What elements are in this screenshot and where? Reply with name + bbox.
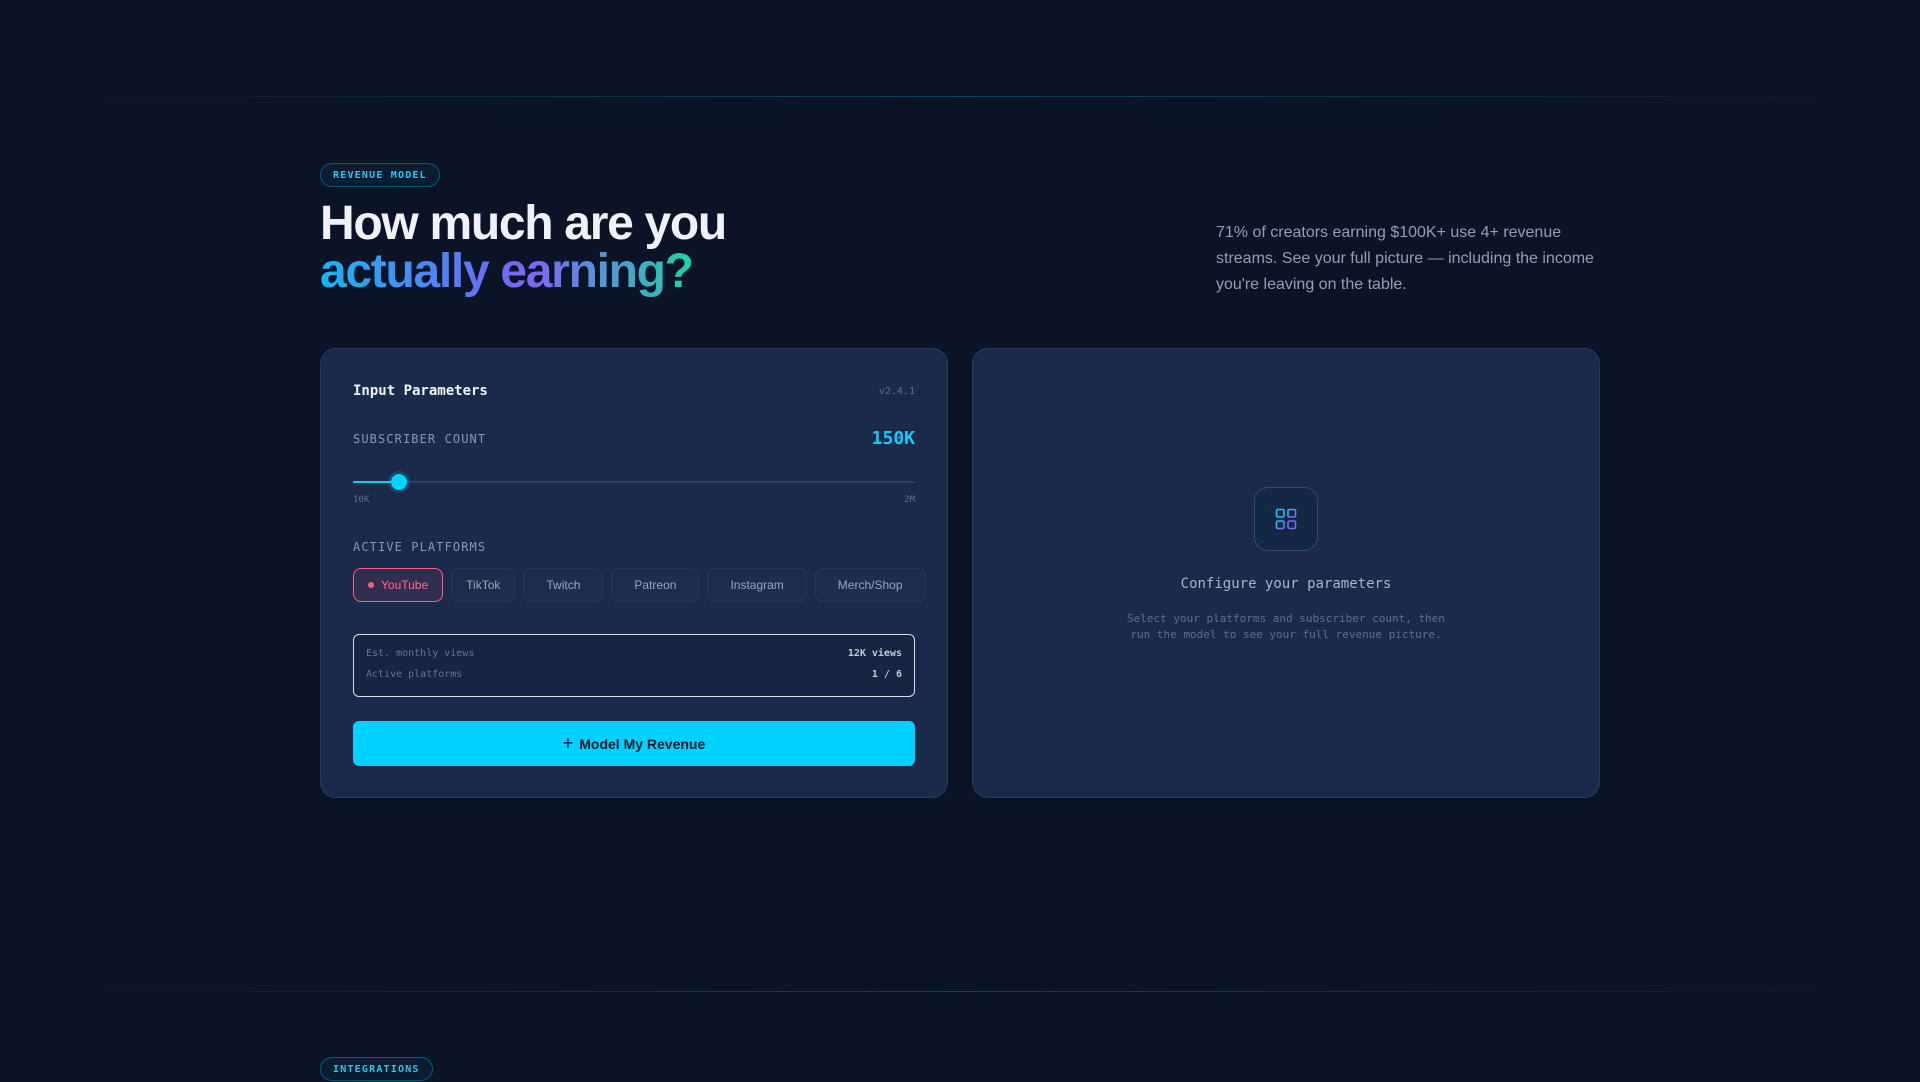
bottom-divider: [96, 991, 1824, 992]
empty-state-text: Select your platforms and subscriber cou…: [1127, 612, 1445, 641]
slider-max-label: 2M: [904, 495, 915, 505]
platform-chip-tiktok[interactable]: TikTok: [451, 568, 516, 602]
platform-chip-label: YouTube: [381, 578, 429, 592]
summary-row-platforms: Active platforms 1 / 6: [366, 669, 902, 680]
platforms-count-label: Active platforms: [366, 669, 463, 680]
platform-chip-label: Twitch: [546, 578, 581, 592]
top-divider: [96, 96, 1824, 97]
subscriber-slider[interactable]: [353, 474, 915, 490]
platform-chip-youtube[interactable]: YouTube: [353, 568, 444, 602]
platform-chip-label: TikTok: [466, 578, 501, 592]
platform-chip-patreon[interactable]: Patreon: [611, 568, 700, 602]
views-value: 12K views: [847, 648, 902, 659]
empty-state-title: Configure your parameters: [1180, 576, 1392, 592]
subscriber-slider-thumb[interactable]: [391, 474, 408, 490]
platform-chip-instagram[interactable]: Instagram: [707, 568, 807, 602]
slider-min-label: 10K: [353, 495, 370, 505]
input-parameters-card: Input Parameters v2.4.1 SUBSCRIBER COUNT…: [320, 348, 948, 798]
integrations-badge: INTEGRATIONS: [320, 1057, 433, 1081]
platform-chip-merch-shop[interactable]: Merch/Shop: [814, 568, 926, 602]
platforms-count-value: 1 / 6: [871, 669, 902, 680]
views-label: Est. monthly views: [366, 648, 475, 659]
platform-chip-label: Patreon: [634, 578, 677, 592]
active-dot-icon: [368, 582, 374, 588]
subscriber-count-label: SUBSCRIBER COUNT: [353, 432, 487, 446]
platform-chip-label: Merch/Shop: [837, 578, 903, 592]
summary-row-views: Est. monthly views 12K views: [366, 648, 902, 659]
input-card-title: Input Parameters: [353, 383, 488, 399]
platform-chip-twitch[interactable]: Twitch: [523, 568, 604, 602]
model-revenue-label: Model My Revenue: [579, 735, 706, 752]
page-title: How much are you actually earning?: [320, 197, 727, 300]
platform-chips: YouTube TikTok Twitch Patreon Instagram …: [353, 568, 926, 602]
platform-chip-label: Instagram: [730, 578, 784, 592]
grid-icon: [1254, 487, 1318, 551]
active-platforms-label: ACTIVE PLATFORMS: [353, 540, 487, 554]
title-line-2: actually earning?: [320, 245, 694, 298]
revenue-model-badge: REVENUE MODEL: [320, 163, 440, 187]
results-card: Configure your parameters Select your pl…: [972, 348, 1600, 798]
subscriber-count-value: 150K: [871, 428, 915, 449]
model-revenue-button[interactable]: + Model My Revenue: [353, 721, 915, 766]
grid-icon-graphic: [1275, 508, 1297, 530]
hero-description: 71% of creators earning $100K+ use 4+ re…: [1216, 224, 1594, 293]
version-label: v2.4.1: [878, 386, 915, 397]
plus-icon: +: [562, 733, 574, 753]
title-line-1: How much are you: [320, 197, 727, 250]
summary-box: Est. monthly views 12K views Active plat…: [353, 634, 915, 697]
